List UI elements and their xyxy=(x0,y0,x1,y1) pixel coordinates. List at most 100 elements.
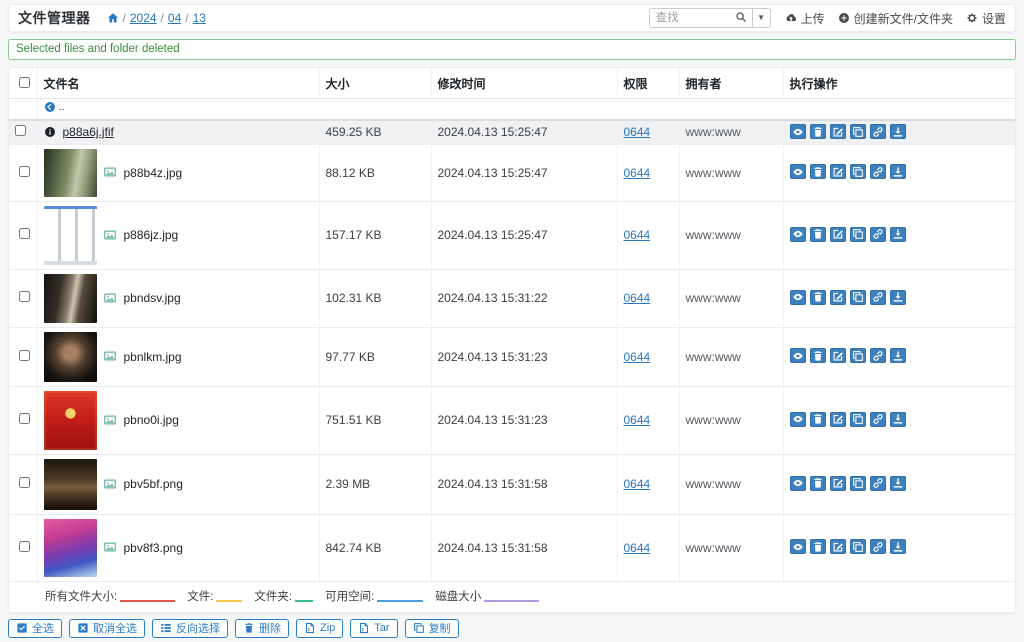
direct-link-button[interactable] xyxy=(869,124,886,139)
delete-button[interactable] xyxy=(809,124,826,139)
preview-button[interactable] xyxy=(789,164,806,180)
file-name-link[interactable]: p88b4z.jpg xyxy=(124,166,183,180)
delete-button[interactable] xyxy=(809,226,826,242)
file-name-link[interactable]: pbv8f3.png xyxy=(124,541,183,555)
home-icon-link[interactable] xyxy=(107,12,119,24)
breadcrumb-link-04[interactable]: 04 xyxy=(168,11,181,25)
trash-icon xyxy=(812,228,824,240)
permissions-link[interactable]: 0644 xyxy=(624,413,651,427)
toolbar-button-Zip[interactable]: Zip xyxy=(296,618,344,638)
file-thumbnail[interactable] xyxy=(43,458,97,510)
row-checkbox[interactable] xyxy=(19,228,30,239)
file-thumbnail[interactable] xyxy=(43,518,97,577)
copy-button[interactable] xyxy=(849,475,866,491)
upload-button[interactable]: 上传 xyxy=(785,10,825,27)
rename-button[interactable] xyxy=(829,289,846,305)
download-button[interactable] xyxy=(889,124,906,139)
toolbar-button-删除[interactable]: 删除 xyxy=(235,618,289,638)
direct-link-button[interactable] xyxy=(869,411,886,427)
download-button[interactable] xyxy=(889,164,906,180)
new-item-button[interactable]: 创建新文件/文件夹 xyxy=(838,10,953,27)
preview-button[interactable] xyxy=(789,539,806,555)
file-name-link[interactable]: pbnlkm.jpg xyxy=(124,350,182,364)
search-options-button[interactable]: ▼ xyxy=(751,8,771,28)
toolbar-button-反向选择[interactable]: 反向选择 xyxy=(152,618,228,638)
permissions-link[interactable]: 0644 xyxy=(624,125,651,139)
preview-button[interactable] xyxy=(789,289,806,305)
delete-button[interactable] xyxy=(809,539,826,555)
copy-button[interactable] xyxy=(849,411,866,427)
row-checkbox[interactable] xyxy=(15,125,26,137)
file-name-link[interactable]: pbv5bf.png xyxy=(124,477,183,491)
toolbar-button-取消全选[interactable]: 取消全选 xyxy=(69,618,145,638)
direct-link-button[interactable] xyxy=(869,164,886,180)
file-name-link[interactable]: p886jz.jpg xyxy=(124,228,179,242)
rename-button[interactable] xyxy=(829,348,846,364)
download-button[interactable] xyxy=(889,226,906,242)
delete-button[interactable] xyxy=(809,289,826,305)
download-button[interactable] xyxy=(889,475,906,491)
direct-link-button[interactable] xyxy=(869,348,886,364)
file-thumbnail[interactable] xyxy=(43,273,97,323)
permissions-link[interactable]: 0644 xyxy=(624,291,651,305)
direct-link-button[interactable] xyxy=(869,289,886,305)
copy-button[interactable] xyxy=(849,124,866,139)
file-thumbnail[interactable] xyxy=(43,148,97,197)
rename-button[interactable] xyxy=(829,124,846,139)
row-checkbox[interactable] xyxy=(19,349,30,361)
rename-button[interactable] xyxy=(829,539,846,555)
permissions-link[interactable]: 0644 xyxy=(624,166,651,180)
preview-button[interactable] xyxy=(789,411,806,427)
breadcrumb-link-2024[interactable]: 2024 xyxy=(130,11,157,25)
preview-button[interactable] xyxy=(789,226,806,242)
toolbar-button-复制[interactable]: 复制 xyxy=(404,618,459,638)
row-checkbox[interactable] xyxy=(19,540,30,552)
file-thumbnail[interactable] xyxy=(43,390,97,450)
file-owner: www:www xyxy=(679,144,784,202)
download-button[interactable] xyxy=(889,348,906,364)
file-thumbnail[interactable] xyxy=(43,331,97,382)
rename-button[interactable] xyxy=(829,226,846,242)
download-button[interactable] xyxy=(889,411,906,427)
download-button[interactable] xyxy=(889,289,906,305)
permissions-link[interactable]: 0644 xyxy=(624,228,651,242)
file-name-link[interactable]: pbndsv.jpg xyxy=(124,291,181,305)
row-checkbox[interactable] xyxy=(19,165,30,177)
preview-button[interactable] xyxy=(789,124,806,139)
toolbar-button-Tar[interactable]: Tar xyxy=(350,618,398,638)
delete-button[interactable] xyxy=(809,475,826,491)
file-name-link[interactable]: pbno0i.jpg xyxy=(124,413,179,427)
edit-icon xyxy=(832,291,844,303)
permissions-link[interactable]: 0644 xyxy=(624,541,651,555)
file-thumbnail[interactable] xyxy=(43,205,97,265)
copy-button[interactable] xyxy=(849,348,866,364)
file-owner: www:www xyxy=(679,327,784,387)
row-checkbox[interactable] xyxy=(19,477,30,488)
breadcrumb-link-13[interactable]: 13 xyxy=(193,11,206,25)
row-checkbox[interactable] xyxy=(19,291,30,302)
permissions-link[interactable]: 0644 xyxy=(624,477,651,491)
direct-link-button[interactable] xyxy=(869,475,886,491)
download-button[interactable] xyxy=(889,539,906,555)
settings-button[interactable]: 设置 xyxy=(966,10,1006,27)
copy-button[interactable] xyxy=(849,164,866,180)
preview-button[interactable] xyxy=(789,475,806,491)
rename-button[interactable] xyxy=(829,164,846,180)
rename-button[interactable] xyxy=(829,475,846,491)
delete-button[interactable] xyxy=(809,164,826,180)
delete-button[interactable] xyxy=(809,348,826,364)
direct-link-button[interactable] xyxy=(869,226,886,242)
permissions-link[interactable]: 0644 xyxy=(624,350,651,364)
row-checkbox[interactable] xyxy=(19,413,30,424)
select-all-checkbox[interactable] xyxy=(19,76,30,88)
copy-button[interactable] xyxy=(849,289,866,305)
copy-button[interactable] xyxy=(849,539,866,555)
direct-link-button[interactable] xyxy=(869,539,886,555)
copy-button[interactable] xyxy=(849,226,866,242)
file-name-link[interactable]: p88a6j.jfif xyxy=(63,125,114,139)
toolbar-button-全选[interactable]: 全选 xyxy=(8,618,62,638)
preview-button[interactable] xyxy=(789,348,806,364)
parent-directory-link[interactable]: .. xyxy=(44,101,65,113)
rename-button[interactable] xyxy=(829,411,846,427)
delete-button[interactable] xyxy=(809,411,826,427)
